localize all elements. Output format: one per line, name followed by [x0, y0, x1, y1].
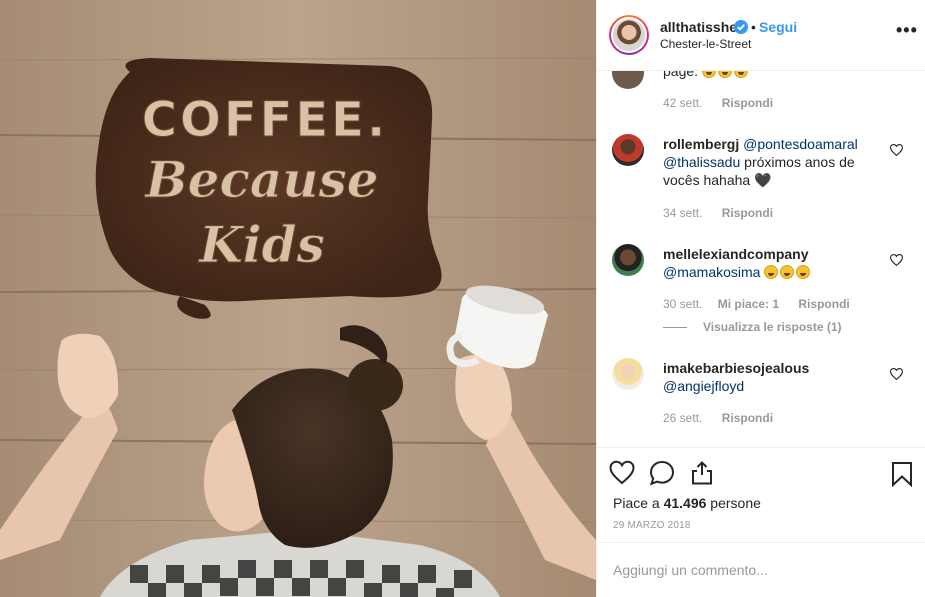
- comment-icon[interactable]: [649, 460, 675, 486]
- post-details-panel: allthatisshe • Segui Chester-le-Street •…: [596, 0, 925, 597]
- reply-button[interactable]: Rispondi: [722, 96, 773, 110]
- comment-avatar[interactable]: [612, 71, 644, 89]
- likes-count[interactable]: Piace a 41.496 persone: [613, 495, 761, 511]
- post-header: allthatisshe • Segui Chester-le-Street •…: [597, 0, 925, 71]
- comment-text: imakebarbiesojealous @angiejfloyd: [663, 359, 883, 395]
- reply-button[interactable]: Rispondi: [722, 206, 773, 220]
- comment-meta: 30 sett. Mi piace: 1 Rispondi: [663, 297, 850, 311]
- comment-avatar[interactable]: [612, 134, 644, 166]
- more-options-icon[interactable]: •••: [896, 21, 917, 44]
- comment-username[interactable]: mellelexiandcompany: [663, 246, 809, 262]
- view-replies-button[interactable]: Visualizza le risposte (1): [663, 320, 842, 334]
- reply-button[interactable]: Rispondi: [798, 297, 849, 311]
- sign-line-2: Because: [143, 150, 378, 209]
- bookmark-icon[interactable]: [891, 461, 913, 487]
- post-actions: Piace a 41.496 persone 29 MARZO 2018: [597, 447, 925, 542]
- comment-likes[interactable]: Mi piace: 1: [718, 297, 779, 311]
- follow-button[interactable]: Segui: [759, 19, 797, 35]
- instagram-post-view: COFFEE. Because Kids allthatisshe • Segu…: [0, 0, 925, 597]
- comment-time[interactable]: 34 sett.: [663, 206, 702, 220]
- comment-mention[interactable]: @mamakosima: [663, 264, 760, 280]
- comment-meta: 34 sett. Rispondi: [663, 206, 773, 220]
- post-photo[interactable]: COFFEE. Because Kids: [0, 0, 596, 597]
- comment-meta: 42 sett. Rispondi: [663, 96, 773, 110]
- coffee-sign: COFFEE. Because Kids: [141, 92, 388, 275]
- comments-list[interactable]: page. 42 sett. Rispondi rollembergj @pon…: [597, 71, 925, 446]
- black-heart-emoji: 🖤: [754, 172, 772, 188]
- comment-text: page.: [663, 71, 883, 80]
- post-location[interactable]: Chester-le-Street: [660, 37, 751, 51]
- comment-text: mellelexiandcompany @mamakosima: [663, 245, 883, 281]
- comment-avatar[interactable]: [612, 244, 644, 276]
- comment-input[interactable]: [613, 562, 893, 578]
- comment-mention[interactable]: @pontesdoamaral: [743, 136, 858, 152]
- comment-time[interactable]: 42 sett.: [663, 96, 702, 110]
- comment-meta: 26 sett. Rispondi: [663, 411, 773, 425]
- comment-avatar[interactable]: [612, 358, 644, 390]
- post-date[interactable]: 29 MARZO 2018: [613, 520, 691, 531]
- reply-button[interactable]: Rispondi: [722, 411, 773, 425]
- add-comment-bar: [597, 542, 925, 597]
- comment-text: rollembergj @pontesdoamaral @thalissadu …: [663, 136, 858, 188]
- sign-line-3: Kids: [197, 215, 325, 274]
- share-icon[interactable]: [689, 460, 715, 486]
- heart-icon[interactable]: [890, 144, 903, 156]
- author-username[interactable]: allthatisshe: [660, 19, 737, 35]
- heart-icon[interactable]: [890, 368, 903, 380]
- header-separator: •: [751, 19, 756, 35]
- verified-badge-icon: [734, 20, 748, 34]
- heart-icon[interactable]: [609, 460, 635, 486]
- comment-time[interactable]: 26 sett.: [663, 411, 702, 425]
- heart-icon[interactable]: [890, 254, 903, 266]
- comment-mention[interactable]: @angiejfloyd: [663, 378, 744, 394]
- comment-username[interactable]: imakebarbiesojealous: [663, 360, 809, 376]
- author-avatar[interactable]: [609, 15, 649, 55]
- sign-line-1: COFFEE.: [142, 92, 388, 148]
- comment-time[interactable]: 30 sett.: [663, 297, 702, 311]
- comment-username[interactable]: rollembergj: [663, 136, 739, 152]
- comment-mention[interactable]: @thalissadu: [663, 154, 740, 170]
